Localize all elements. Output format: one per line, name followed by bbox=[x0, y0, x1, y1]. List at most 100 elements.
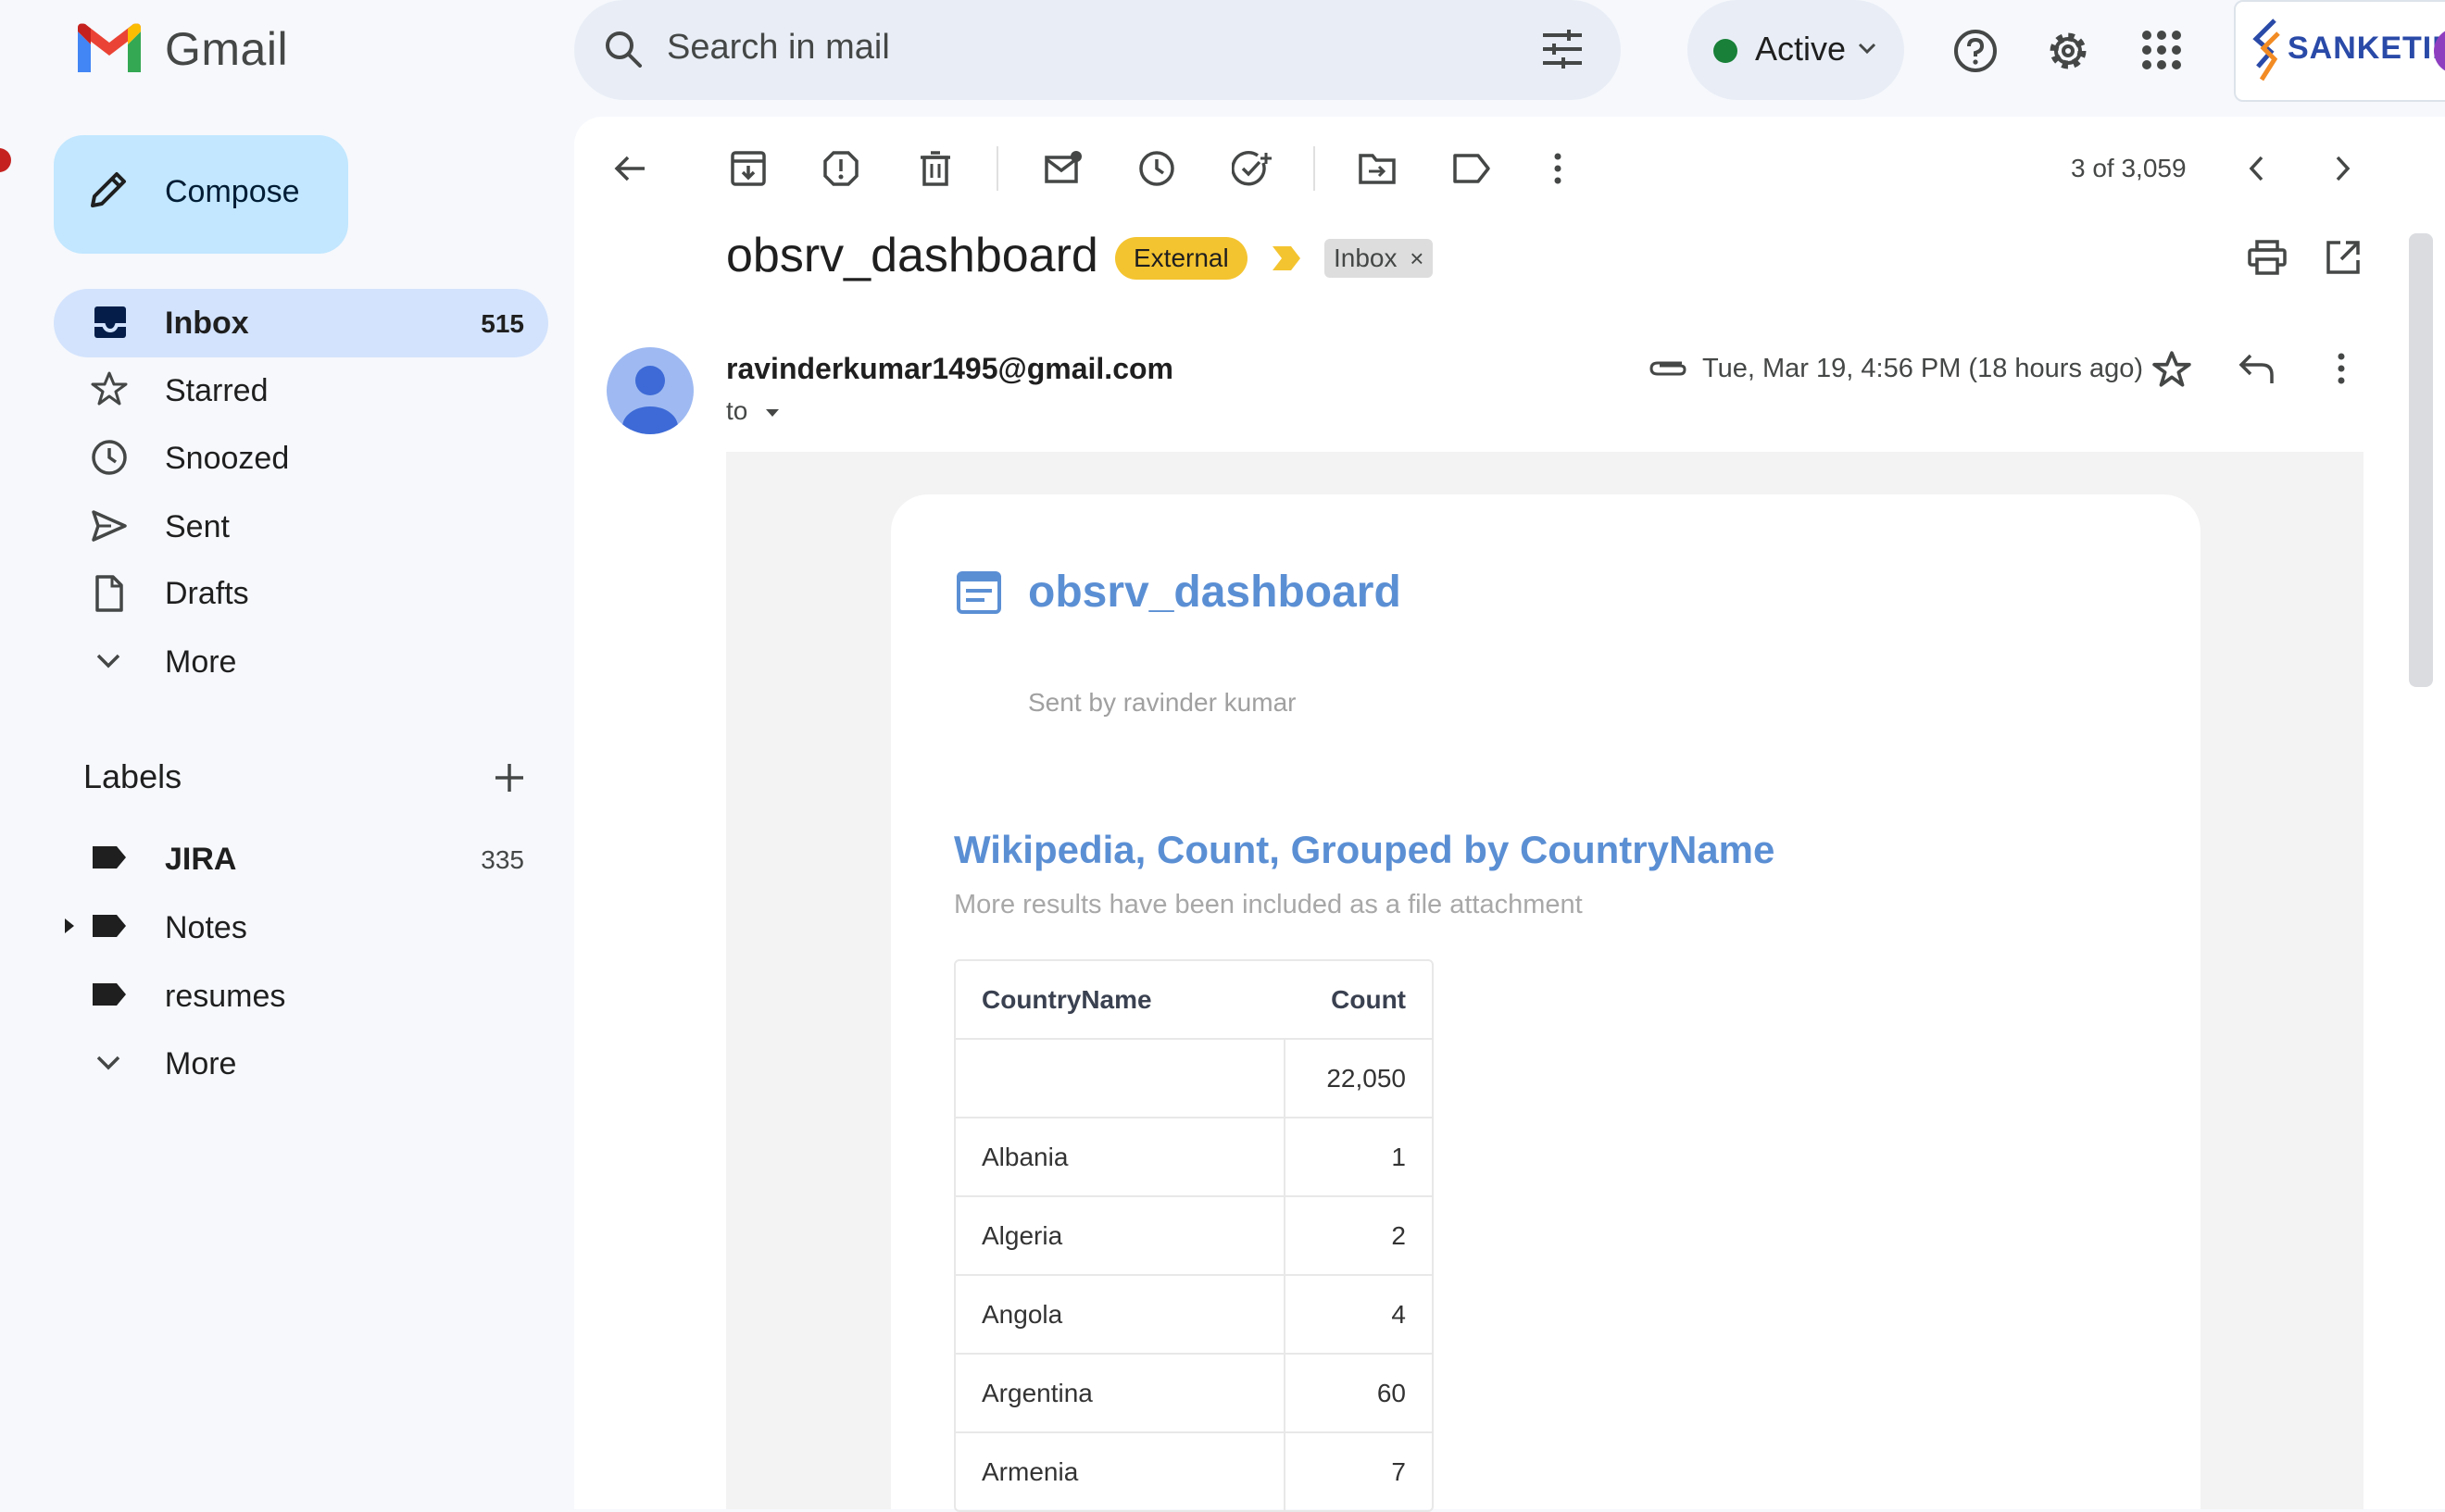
dashboard-title-link[interactable]: obsrv_dashboard bbox=[1028, 567, 1401, 618]
star-icon bbox=[91, 370, 128, 407]
toolbar-divider bbox=[1313, 146, 1315, 191]
status-label: Active bbox=[1755, 30, 1847, 68]
external-badge: External bbox=[1115, 237, 1248, 280]
report-spam-icon[interactable] bbox=[822, 150, 859, 187]
notification-dot bbox=[0, 148, 11, 172]
table-row: Armenia 7 bbox=[956, 1431, 1432, 1510]
table-row: Angola 4 bbox=[956, 1274, 1432, 1353]
column-header: CountryName bbox=[982, 984, 1152, 1014]
label-item-jira[interactable]: JIRA bbox=[165, 842, 236, 878]
country-cell: Algeria bbox=[956, 1197, 1285, 1274]
inbox-chip-label: Inbox bbox=[1334, 244, 1398, 272]
table-row: 22,050 bbox=[956, 1038, 1432, 1117]
draft-icon bbox=[94, 574, 124, 613]
chart-title-link[interactable]: Wikipedia, Count, Grouped by CountryName bbox=[954, 828, 1774, 872]
older-chevron-right-icon[interactable] bbox=[2330, 152, 2354, 185]
apps-grid-icon[interactable] bbox=[2141, 30, 2182, 70]
count-cell: 2 bbox=[1391, 1220, 1406, 1250]
dashboard-icon bbox=[956, 570, 1002, 615]
back-arrow-icon[interactable] bbox=[611, 150, 648, 187]
table-header-row: CountryName Count bbox=[956, 961, 1432, 1038]
label-icon[interactable] bbox=[1452, 152, 1491, 185]
country-cell: Albania bbox=[956, 1118, 1285, 1195]
sidebar-item-snoozed[interactable]: Snoozed bbox=[165, 441, 289, 477]
label-item-resumes[interactable]: resumes bbox=[165, 979, 285, 1015]
add-label-icon[interactable] bbox=[493, 761, 526, 794]
scrollbar[interactable] bbox=[2409, 233, 2433, 687]
remove-label-icon[interactable]: × bbox=[1410, 244, 1423, 272]
chevron-down-icon bbox=[1857, 41, 1877, 56]
email-date: Tue, Mar 19, 4:56 PM (18 hours ago) bbox=[1702, 354, 2144, 383]
archive-icon[interactable] bbox=[730, 150, 767, 187]
label-tag-icon bbox=[91, 981, 128, 1007]
reply-icon[interactable] bbox=[2238, 352, 2275, 387]
label-item-notes[interactable]: Notes bbox=[165, 910, 247, 946]
importance-marker-icon[interactable] bbox=[1271, 244, 1302, 272]
label-item-more[interactable]: More bbox=[165, 1046, 236, 1082]
labels-heading: Labels bbox=[83, 757, 182, 795]
table-row: Algeria 2 bbox=[956, 1195, 1432, 1274]
pencil-icon bbox=[87, 169, 130, 211]
compose-label: Compose bbox=[165, 174, 300, 209]
mark-unread-icon[interactable] bbox=[1044, 150, 1083, 187]
chart-subtitle: More results have been included as a fil… bbox=[954, 890, 1583, 919]
brand-text: SANKETIKA bbox=[2288, 31, 2445, 66]
message-counter: 3 of 3,059 bbox=[2071, 154, 2187, 182]
recipient-details-toggle[interactable]: to bbox=[726, 396, 781, 426]
country-cell: Angola bbox=[956, 1276, 1285, 1353]
snooze-clock-icon[interactable] bbox=[1138, 150, 1175, 187]
more-vertical-icon[interactable] bbox=[2332, 350, 2351, 387]
sidebar-item-more[interactable]: More bbox=[165, 644, 236, 681]
count-cell: 4 bbox=[1391, 1299, 1406, 1329]
table-row: Argentina 60 bbox=[956, 1353, 1432, 1431]
toolbar-divider bbox=[997, 146, 998, 191]
label-count: 335 bbox=[481, 845, 524, 874]
star-icon[interactable] bbox=[2152, 350, 2191, 389]
sender-email[interactable]: ravinderkumar1495@gmail.com bbox=[726, 352, 1173, 386]
sender-avatar bbox=[607, 347, 694, 434]
label-tag-icon bbox=[91, 913, 128, 939]
email-subject: obsrv_dashboard bbox=[726, 229, 1098, 282]
brand-logo-icon bbox=[2247, 15, 2288, 85]
inbox-count: 515 bbox=[481, 309, 524, 338]
column-header: Count bbox=[1331, 984, 1406, 1014]
caret-down-icon bbox=[764, 407, 781, 419]
filter-options-icon[interactable] bbox=[1541, 28, 1584, 70]
to-label: to bbox=[726, 396, 748, 425]
country-cell: Armenia bbox=[956, 1433, 1285, 1510]
newer-chevron-left-icon[interactable] bbox=[2245, 152, 2269, 185]
count-cell: 7 bbox=[1391, 1456, 1406, 1486]
search-icon[interactable] bbox=[602, 28, 645, 70]
open-in-new-window-icon[interactable] bbox=[2325, 239, 2362, 276]
settings-gear-icon[interactable] bbox=[2045, 28, 2091, 74]
move-to-icon[interactable] bbox=[1358, 150, 1397, 187]
label-tag-icon bbox=[91, 844, 128, 870]
sent-by-text: Sent by ravinder kumar bbox=[1028, 688, 1297, 717]
print-icon[interactable] bbox=[2247, 239, 2288, 276]
clock-icon bbox=[91, 439, 128, 476]
count-cell: 22,050 bbox=[1326, 1063, 1406, 1093]
gmail-logo-icon[interactable] bbox=[74, 22, 144, 76]
results-table: CountryName Count 22,050 Albania 1 Alger… bbox=[954, 959, 1434, 1512]
chevron-down-icon bbox=[94, 652, 122, 670]
inbox-icon bbox=[93, 305, 128, 340]
table-row: Albania 1 bbox=[956, 1117, 1432, 1195]
expand-arrow-icon[interactable] bbox=[63, 917, 76, 935]
more-vertical-icon[interactable] bbox=[1548, 150, 1567, 187]
status-dot bbox=[1713, 39, 1737, 63]
attachment-paperclip-icon bbox=[1649, 356, 1687, 378]
sidebar-item-sent[interactable]: Sent bbox=[165, 509, 230, 545]
count-cell: 1 bbox=[1391, 1142, 1406, 1171]
add-task-icon[interactable] bbox=[1232, 150, 1273, 187]
count-cell: 60 bbox=[1376, 1378, 1406, 1407]
sidebar-item-drafts[interactable]: Drafts bbox=[165, 576, 249, 612]
sidebar-item-starred[interactable]: Starred bbox=[165, 373, 269, 409]
app-name: Gmail bbox=[165, 23, 289, 75]
search-input[interactable]: Search in mail bbox=[667, 28, 890, 68]
help-icon[interactable] bbox=[1952, 28, 1999, 74]
country-cell bbox=[956, 1040, 1285, 1117]
delete-trash-icon[interactable] bbox=[917, 150, 954, 187]
inbox-label-chip: Inbox × bbox=[1324, 239, 1434, 278]
sidebar-item-label: Inbox bbox=[165, 306, 249, 341]
chevron-down-icon bbox=[94, 1054, 122, 1072]
